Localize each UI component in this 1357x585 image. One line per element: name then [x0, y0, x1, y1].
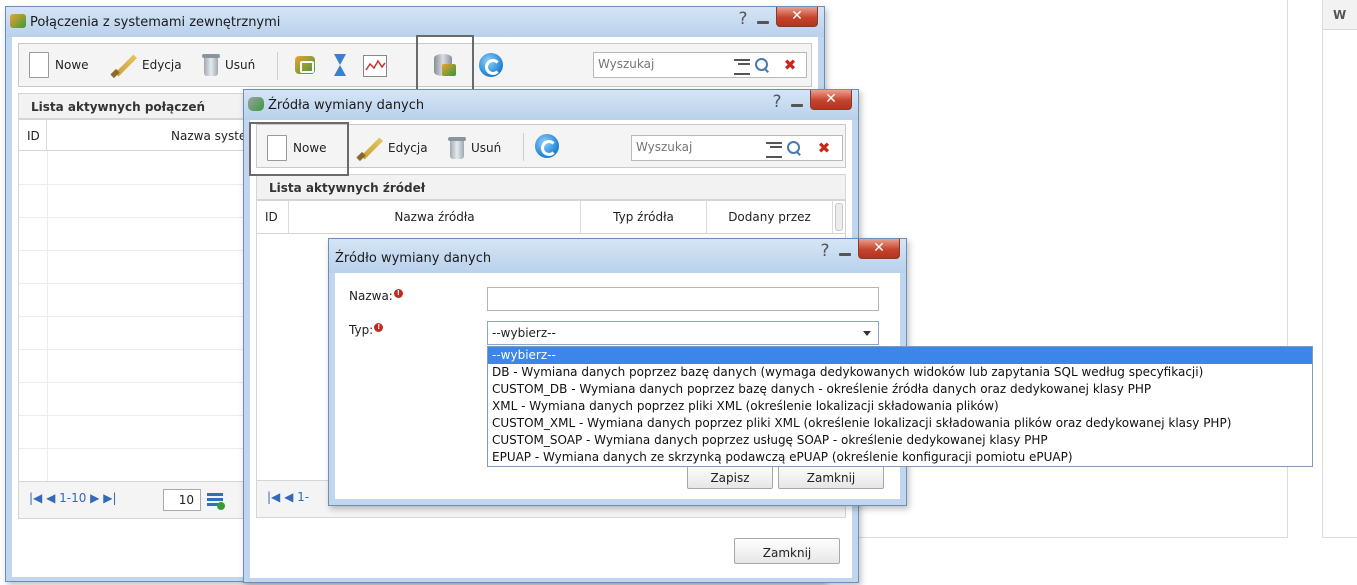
- close-button[interactable]: Zamknij: [734, 538, 840, 564]
- edit-button[interactable]: Edycja: [109, 50, 182, 80]
- type-option[interactable]: CUSTOM_DB - Wymiana danych poprzez bazę …: [488, 381, 1312, 398]
- trash-icon: [447, 136, 467, 160]
- refresh-icon: [479, 53, 503, 77]
- chart-icon: [363, 55, 387, 77]
- vertical-scrollbar[interactable]: [835, 203, 843, 231]
- sync-icon: [10, 14, 26, 28]
- history-button[interactable]: [331, 50, 349, 80]
- page-size-field[interactable]: 10: [163, 489, 201, 511]
- column-header-id[interactable]: ID: [19, 120, 47, 150]
- search-icon[interactable]: [754, 57, 770, 73]
- type-option[interactable]: CUSTOM_XML - Wymiana danych poprzez plik…: [488, 415, 1312, 432]
- background-panel-right: W: [1322, 0, 1357, 538]
- refresh-button[interactable]: [479, 50, 503, 80]
- sources-search: ✖: [631, 135, 843, 161]
- minimize-icon[interactable]: [836, 239, 854, 259]
- column-header-id[interactable]: ID: [257, 201, 289, 233]
- window-title: Źródła wymiany danych: [268, 98, 425, 113]
- pager-navigation[interactable]: |◀ ◀ 1-: [267, 490, 309, 504]
- main-window-titlebar[interactable]: Połączenia z systemami zewnętrznymi ? ✕: [6, 7, 824, 37]
- new-button-label: Nowe: [55, 58, 89, 72]
- page-size-list-icon[interactable]: [207, 492, 225, 510]
- sync-button[interactable]: [293, 50, 317, 80]
- close-icon[interactable]: ✕: [858, 239, 900, 259]
- delete-button[interactable]: Usuń: [201, 50, 255, 80]
- delete-button[interactable]: Usuń: [447, 133, 501, 163]
- help-icon[interactable]: ?: [734, 9, 752, 29]
- new-document-icon: [29, 52, 49, 78]
- type-option[interactable]: --wybierz--: [488, 347, 1312, 364]
- main-search: ✖: [593, 52, 807, 78]
- type-select[interactable]: --wybierz--: [487, 321, 879, 345]
- type-option[interactable]: XML - Wymiana danych poprzez pliki XML (…: [488, 398, 1312, 415]
- clear-search-icon[interactable]: ✖: [782, 57, 798, 73]
- clear-search-icon[interactable]: ✖: [816, 140, 832, 156]
- edit-button[interactable]: Edycja: [355, 133, 428, 163]
- dialog-titlebar[interactable]: Źródło wymiany danych ? ✕: [329, 239, 906, 273]
- sync-icon: [293, 53, 317, 77]
- close-icon[interactable]: ✕: [810, 90, 852, 110]
- grid-header: ID Nazwa źródła Typ źródła Dodany przez: [256, 200, 846, 234]
- dialog-title: Źródło wymiany danych: [335, 251, 492, 266]
- pencil-icon: [355, 135, 385, 161]
- edit-button-label: Edycja: [142, 58, 182, 72]
- column-header-name[interactable]: Nazwa źródła: [289, 201, 581, 233]
- refresh-button[interactable]: [535, 131, 559, 161]
- chevron-down-icon: [863, 331, 871, 336]
- window-title: Połączenia z systemami zewnętrznymi: [30, 15, 281, 30]
- type-select-value: --wybierz--: [492, 326, 556, 340]
- highlight-frame: [249, 122, 349, 176]
- database-icon: [248, 97, 264, 111]
- toolbar-separator: [523, 133, 524, 161]
- help-icon[interactable]: ?: [768, 92, 786, 112]
- sources-window-titlebar[interactable]: Źródła wymiany danych ? ✕: [244, 90, 858, 120]
- minimize-icon[interactable]: [754, 7, 772, 27]
- type-option[interactable]: CUSTOM_SOAP - Wymiana danych poprzez usł…: [488, 432, 1312, 449]
- column-header-type[interactable]: Typ źródła: [581, 201, 707, 233]
- trash-icon: [201, 53, 221, 77]
- name-field[interactable]: [487, 287, 879, 311]
- pager-navigation[interactable]: |◀ ◀ 1-10 ▶ ▶|: [29, 491, 117, 505]
- panel-header: W: [1323, 0, 1357, 30]
- grid-title: Lista aktywnych źródeł: [256, 174, 846, 200]
- search-input[interactable]: [598, 57, 718, 71]
- column-header-added-by[interactable]: Dodany przez: [707, 201, 833, 233]
- toolbar-separator: [277, 52, 278, 80]
- new-button[interactable]: Nowe: [29, 50, 89, 80]
- hourglass-icon: [331, 52, 349, 78]
- help-icon[interactable]: ?: [816, 241, 834, 261]
- type-options-list: --wybierz-- DB - Wymiana danych poprzez …: [487, 346, 1313, 467]
- refresh-icon: [535, 134, 559, 158]
- delete-button-label: Usuń: [471, 141, 502, 155]
- name-label: Nazwa:!: [349, 289, 403, 303]
- search-input[interactable]: [636, 140, 756, 154]
- close-icon[interactable]: ✕: [776, 7, 818, 27]
- delete-button-label: Usuń: [225, 58, 256, 72]
- type-option[interactable]: DB - Wymiana danych poprzez bazę danych …: [488, 364, 1312, 381]
- type-option[interactable]: EPUAP - Wymiana danych ze skrzynką podaw…: [488, 449, 1312, 466]
- pencil-icon: [109, 52, 139, 78]
- required-icon: !: [393, 289, 403, 298]
- type-label: Typ:!: [349, 323, 384, 337]
- main-toolbar: Nowe Edycja Usuń Wyszukaj ✖: [18, 43, 812, 87]
- search-icon[interactable]: [786, 140, 802, 156]
- statistics-button[interactable]: [363, 51, 387, 81]
- filter-icon[interactable]: [766, 140, 782, 158]
- required-icon: !: [374, 323, 384, 332]
- edit-button-label: Edycja: [388, 141, 428, 155]
- filter-icon[interactable]: [734, 57, 750, 75]
- highlight-frame: [416, 35, 474, 95]
- minimize-icon[interactable]: [788, 90, 806, 110]
